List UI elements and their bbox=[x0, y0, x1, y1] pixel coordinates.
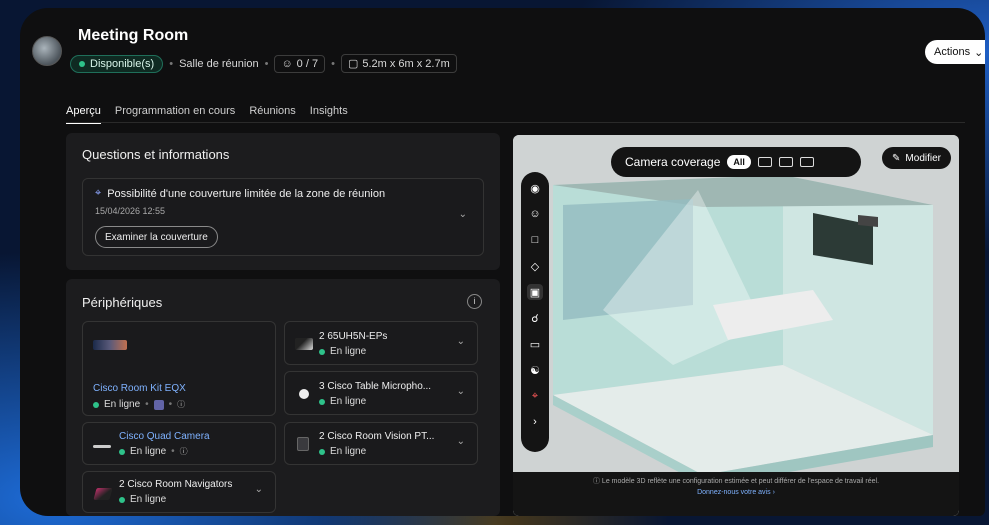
info-icon: ⓘ bbox=[179, 447, 188, 456]
device-displays[interactable]: 2 65UH5N-EPs En ligne ⌄ bbox=[284, 321, 478, 365]
room-avatar bbox=[32, 36, 62, 66]
ptz-camera-thumbnail bbox=[297, 437, 309, 451]
view-3d-icon[interactable]: ◉ bbox=[527, 180, 543, 196]
feedback-link[interactable]: Donnez-nous votre avis › bbox=[513, 489, 959, 496]
questions-title: Questions et informations bbox=[82, 147, 230, 162]
device-room-navigators[interactable]: 2 Cisco Room Navigators En ligne ⌄ bbox=[82, 471, 276, 513]
online-dot-icon bbox=[119, 496, 125, 503]
device-thumbnail bbox=[93, 340, 127, 350]
device-quad-camera[interactable]: Cisco Quad Camera En ligne • ⓘ bbox=[82, 422, 276, 465]
room-meta: Disponible(s) • Salle de réunion • ☺ 0 /… bbox=[70, 54, 457, 73]
device-name: 2 Cisco Room Navigators bbox=[119, 479, 233, 490]
page-title: Meeting Room bbox=[78, 27, 189, 44]
room-3d-model[interactable] bbox=[513, 135, 959, 516]
accessibility-icon[interactable]: ☯ bbox=[527, 362, 543, 378]
teams-icon bbox=[153, 399, 164, 410]
dimensions-pill: ▢ 5.2m x 6m x 2.7m bbox=[340, 54, 457, 73]
chevron-down-icon[interactable]: ⌄ bbox=[457, 386, 465, 397]
chevron-right-icon: › bbox=[772, 489, 775, 496]
info-icon[interactable]: i bbox=[467, 294, 482, 309]
camera-coverage-icon[interactable]: ▣ bbox=[527, 284, 543, 300]
device-name[interactable]: Cisco Quad Camera bbox=[119, 431, 210, 442]
device-status: En ligne bbox=[319, 446, 366, 457]
camera-icon[interactable]: □ bbox=[527, 232, 543, 248]
coverage-label: Camera coverage bbox=[625, 155, 721, 169]
review-coverage-button[interactable]: Examiner la couverture bbox=[95, 226, 218, 248]
camera-filter-icon[interactable] bbox=[757, 157, 772, 167]
issue-item[interactable]: ⌖ Possibilité d'une couverture limitée d… bbox=[82, 178, 484, 256]
online-dot-icon bbox=[319, 448, 325, 455]
measure-icon[interactable]: ⌖ bbox=[527, 388, 543, 404]
device-table-microphones[interactable]: 3 Cisco Table Micropho... En ligne ⌄ bbox=[284, 371, 478, 415]
display-thumbnail bbox=[295, 338, 313, 350]
info-icon: ⓘ bbox=[592, 478, 600, 485]
status-badge: Disponible(s) bbox=[70, 54, 164, 73]
camera-filter-icon[interactable] bbox=[799, 157, 814, 167]
dimensions-value: 5.2m x 6m x 2.7m bbox=[362, 57, 450, 70]
devices-card: Périphériques i Cisco Room Kit EQX En li… bbox=[66, 279, 500, 516]
actions-button[interactable]: Actions ⌄ bbox=[925, 40, 985, 64]
tag-icon[interactable]: ◇ bbox=[527, 258, 543, 274]
chevron-down-icon[interactable]: ⌄ bbox=[457, 336, 465, 347]
chevron-down-icon[interactable]: ⌄ bbox=[459, 209, 467, 220]
capacity-value: 0 / 7 bbox=[296, 57, 319, 70]
device-name[interactable]: Cisco Room Kit EQX bbox=[93, 383, 186, 394]
filter-all-button[interactable]: All bbox=[727, 155, 751, 169]
device-room-vision-pt[interactable]: 2 Cisco Room Vision PT... En ligne ⌄ bbox=[284, 422, 478, 465]
room-type: Salle de réunion bbox=[179, 57, 259, 70]
person-icon[interactable]: ☺ bbox=[527, 206, 543, 222]
device-status: En ligne • • ⓘ bbox=[93, 399, 185, 410]
room-3d-viewer[interactable]: Camera coverage All ✎ Modifier ◉ ☺ □ ◇ ▣… bbox=[513, 135, 959, 516]
chevron-down-icon[interactable]: ⌄ bbox=[457, 436, 465, 447]
device-name: 2 65UH5N-EPs bbox=[319, 331, 388, 342]
device-name: 2 Cisco Room Vision PT... bbox=[319, 431, 435, 442]
device-name: 3 Cisco Table Micropho... bbox=[319, 381, 432, 392]
device-status: En ligne bbox=[319, 346, 366, 357]
cube-icon: ▢ bbox=[347, 58, 359, 70]
device-status: En ligne bbox=[119, 494, 166, 505]
model-disclaimer: ⓘ Le modèle 3D reflète une configuration… bbox=[592, 478, 880, 485]
device-room-kit-eqx[interactable]: Cisco Room Kit EQX En ligne • • ⓘ bbox=[82, 321, 276, 416]
modify-button[interactable]: ✎ Modifier bbox=[882, 147, 951, 169]
coverage-icon: ⌖ bbox=[95, 187, 102, 199]
chevron-down-icon[interactable]: ⌄ bbox=[255, 484, 263, 495]
online-dot-icon bbox=[79, 60, 85, 67]
issue-text: Possibilité d'une couverture limitée de … bbox=[107, 187, 386, 200]
device-status: En ligne bbox=[319, 396, 366, 407]
status-text: Disponible(s) bbox=[90, 57, 155, 70]
camera-thumbnail bbox=[93, 445, 111, 448]
navigator-thumbnail bbox=[93, 488, 113, 500]
chevron-right-icon[interactable]: › bbox=[527, 414, 543, 430]
display-icon[interactable]: ▭ bbox=[527, 336, 543, 352]
viewer-toolbar: ◉ ☺ □ ◇ ▣ ☌ ▭ ☯ ⌖ › bbox=[521, 172, 549, 452]
microphone-thumbnail bbox=[299, 389, 309, 399]
capacity-pill: ☺ 0 / 7 bbox=[274, 54, 326, 73]
microphone-icon[interactable]: ☌ bbox=[527, 310, 543, 326]
issue-date: 15/04/2026 12:55 bbox=[95, 206, 166, 216]
tab-divider bbox=[66, 122, 965, 123]
devices-title: Périphériques bbox=[82, 295, 163, 310]
info-icon: ⓘ bbox=[177, 400, 186, 409]
pencil-icon: ✎ bbox=[892, 152, 901, 164]
device-status: En ligne • ⓘ bbox=[119, 446, 188, 457]
questions-card: Questions et informations ⌖ Possibilité … bbox=[66, 133, 500, 270]
online-dot-icon bbox=[319, 348, 325, 355]
room-details-window: Meeting Room Disponible(s) • Salle de ré… bbox=[20, 8, 985, 516]
actions-label: Actions bbox=[934, 46, 971, 58]
chevron-down-icon: ⌄ bbox=[974, 46, 984, 59]
room-header: Meeting Room Disponible(s) • Salle de ré… bbox=[20, 8, 985, 103]
camera-filter-icon[interactable] bbox=[778, 157, 793, 167]
online-dot-icon bbox=[93, 401, 99, 408]
online-dot-icon bbox=[319, 398, 325, 405]
people-icon: ☺ bbox=[281, 57, 293, 70]
online-dot-icon bbox=[119, 448, 125, 455]
camera-coverage-bar: Camera coverage All bbox=[611, 147, 861, 177]
